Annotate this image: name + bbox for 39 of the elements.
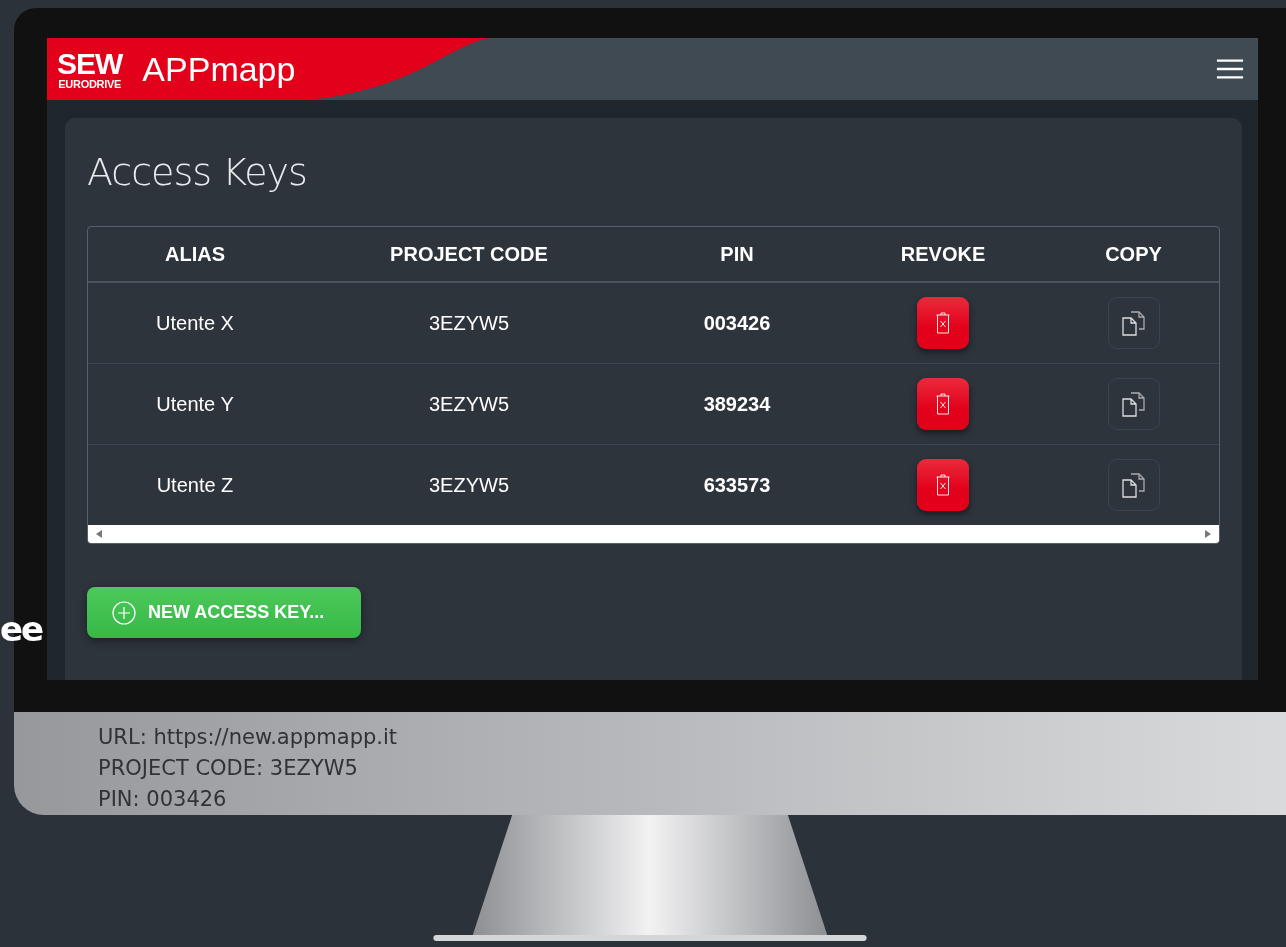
revoke-button[interactable] (917, 378, 969, 430)
trash-icon (935, 312, 951, 334)
plus-icon (112, 600, 136, 625)
scroll-left-icon[interactable] (96, 530, 102, 538)
column-header: COPY (1105, 242, 1162, 266)
new-access-key-button[interactable]: NEW ACCESS KEY... (87, 587, 361, 638)
horizontal-scrollbar[interactable] (88, 525, 1219, 543)
table-cell: Utente Z (156, 473, 234, 497)
column-header: REVOKE (900, 242, 986, 266)
scroll-right-icon[interactable] (1205, 530, 1211, 538)
table-cell: 3EZYW5 (429, 473, 509, 497)
copy-icon (1119, 471, 1148, 499)
logo: SEW EURODRIVE (57, 48, 123, 90)
revoke-button[interactable] (917, 459, 969, 511)
copy-icon (1119, 390, 1148, 418)
revoke-button[interactable] (917, 297, 969, 349)
table-cell: Utente X (156, 311, 234, 335)
trash-icon (935, 393, 951, 415)
table-cell: 389234 (703, 392, 771, 416)
copy-icon (1119, 309, 1148, 337)
column-header: PIN (720, 242, 754, 266)
column-header: ALIAS (165, 242, 225, 266)
app-title: APPmapp (142, 49, 296, 89)
menu-icon[interactable] (1216, 58, 1244, 80)
page-title: Access Keys (87, 150, 308, 194)
caption-line: PROJECT CODE: 3EZYW5 (98, 755, 358, 782)
table-cell: 3EZYW5 (429, 311, 509, 335)
caption-line: PIN: 003426 (98, 786, 227, 813)
copy-button[interactable] (1107, 459, 1160, 511)
caption-line: URL: https://new.appmapp.it (98, 724, 398, 751)
table-cell: 633573 (703, 473, 771, 497)
copy-button[interactable] (1107, 297, 1160, 349)
column-header: PROJECT CODE (390, 242, 548, 266)
table-cell: 003426 (703, 311, 771, 335)
table-cell: Utente Y (156, 392, 234, 416)
table-cell: 3EZYW5 (429, 392, 509, 416)
copy-button[interactable] (1107, 378, 1160, 430)
side-text-fragment: ee (0, 612, 43, 646)
trash-icon (935, 474, 951, 496)
